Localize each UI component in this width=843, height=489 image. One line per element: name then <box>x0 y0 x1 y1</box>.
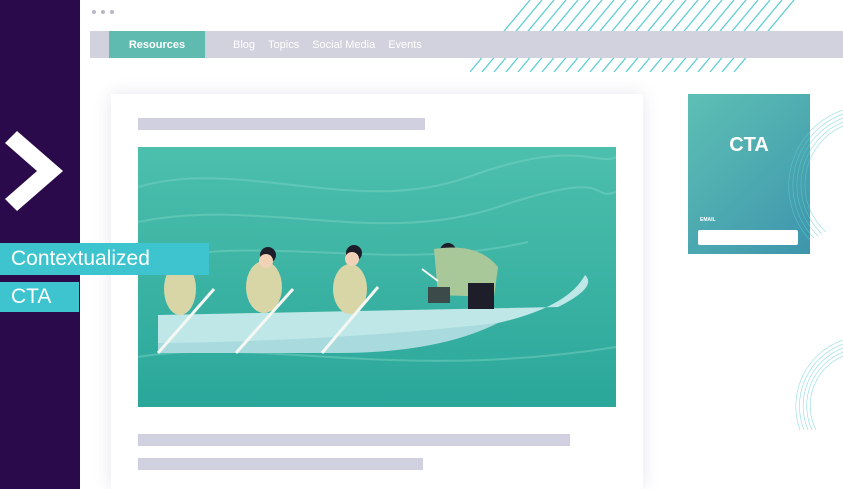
overlay-label-contextualized: Contextualized <box>0 243 209 275</box>
nav-item-social-media[interactable]: Social Media <box>312 39 375 51</box>
nav-item-events[interactable]: Events <box>388 39 422 51</box>
chevron-right-icon <box>5 131 63 211</box>
overlay-label-cta: CTA <box>0 282 79 312</box>
placeholder-title-bar <box>138 118 425 130</box>
nav-item-resources[interactable]: Resources <box>109 31 205 58</box>
nav-item-topics[interactable]: Topics <box>268 39 299 51</box>
window-dots <box>92 10 114 14</box>
placeholder-text-bar <box>138 434 570 446</box>
hero-image <box>138 147 616 407</box>
article-card <box>111 94 643 489</box>
nav-item-blog[interactable]: Blog <box>233 39 255 51</box>
email-label: EMAIL <box>700 217 716 223</box>
decorative-arcs <box>788 109 843 431</box>
top-navbar: Resources Blog Topics Social Media Event… <box>90 31 843 58</box>
placeholder-text-bar <box>138 458 423 470</box>
